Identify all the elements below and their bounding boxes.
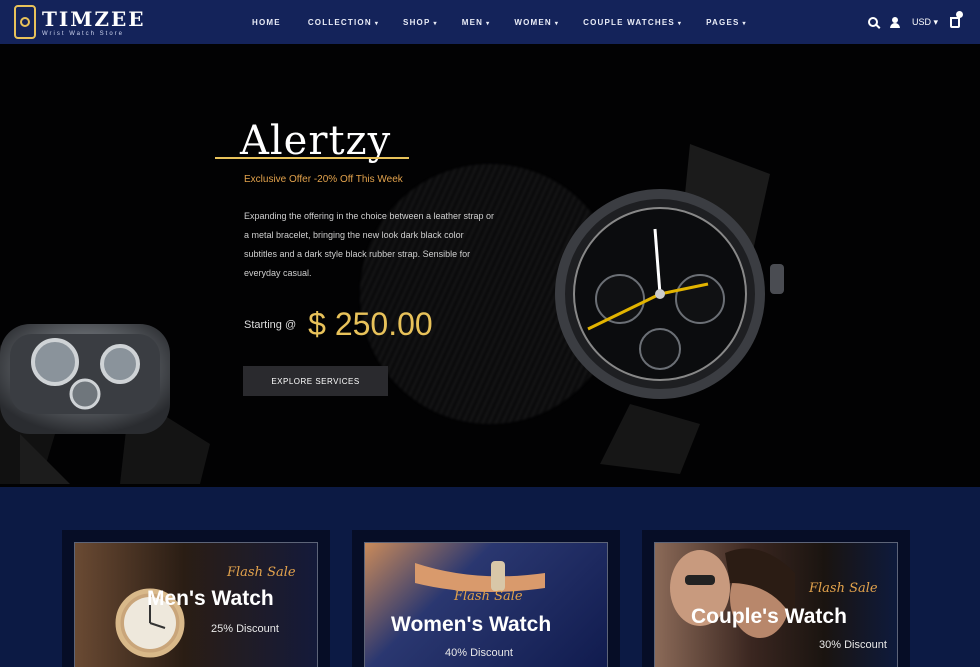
category-image-men: Flash Sale Men's Watch 25% Discount xyxy=(74,542,318,667)
nav-item-home[interactable]: HOME xyxy=(252,18,284,27)
category-tag: Flash Sale xyxy=(809,581,878,596)
cart-badge xyxy=(956,10,963,18)
category-card-women[interactable]: Flash Sale Women's Watch 40% Discount xyxy=(352,530,620,667)
title-underline xyxy=(215,157,409,159)
category-discount: 25% Discount xyxy=(211,623,279,635)
nav-item-shop[interactable]: SHOP ▾ xyxy=(403,18,438,27)
chevron-down-icon: ▾ xyxy=(677,20,683,27)
brand-logo[interactable]: TIMZEE Wrist Watch Store xyxy=(14,5,145,39)
nav-item-pages[interactable]: PAGES ▾ xyxy=(706,18,747,27)
hero-left-watch-image xyxy=(0,324,210,484)
chevron-down-icon: ▾ xyxy=(742,20,747,27)
category-image-couple: Flash Sale Couple's Watch 30% Discount xyxy=(654,542,898,667)
category-tag: Flash Sale xyxy=(454,589,523,604)
page: TIMZEE Wrist Watch Store HOME COLLECTION… xyxy=(0,0,980,667)
nav-item-collection[interactable]: COLLECTION ▾ xyxy=(308,18,379,27)
hero-main-watch-image xyxy=(555,144,784,474)
hero-description: Expanding the offering in the choice bet… xyxy=(244,211,495,278)
category-tag: Flash Sale xyxy=(227,565,296,580)
chevron-down-icon: ▾ xyxy=(374,20,380,27)
nav-actions: USD ▾ xyxy=(867,0,963,44)
category-card-couple[interactable]: Flash Sale Couple's Watch 30% Discount xyxy=(642,530,910,667)
main-menu: HOME COLLECTION ▾ SHOP ▾ MEN ▾ WOMEN ▾ COUPL… xyxy=(252,0,771,44)
chevron-down-icon: ▾ xyxy=(486,20,491,27)
nav-item-couple-watches[interactable]: COUPLE WATCHES ▾ xyxy=(583,18,682,27)
cart-icon[interactable] xyxy=(950,10,963,28)
category-section: Flash Sale Men's Watch 25% Discount Flas… xyxy=(0,487,980,667)
top-navbar: TIMZEE Wrist Watch Store HOME COLLECTION… xyxy=(0,0,980,44)
brand-tagline: Wrist Watch Store xyxy=(42,30,125,37)
category-discount: 30% Discount xyxy=(819,639,887,651)
hero-price: $ 250.00 xyxy=(308,306,433,342)
starting-label: Starting @ xyxy=(244,318,297,331)
category-title: Couple's Watch xyxy=(691,605,847,628)
category-title: Women's Watch xyxy=(391,613,552,636)
hero-subtitle: Exclusive Offer -20% Off This Week xyxy=(244,174,403,185)
chevron-down-icon: ▾ xyxy=(433,20,438,27)
brand-name: TIMZEE xyxy=(42,6,146,31)
chevron-down-icon: ▾ xyxy=(554,20,560,27)
watch-logo-icon xyxy=(14,5,36,39)
explore-services-button[interactable]: EXPLORE SERVICES xyxy=(243,366,388,396)
search-icon[interactable] xyxy=(867,17,878,27)
user-icon[interactable] xyxy=(889,17,900,28)
hero-banner: Alertzy Exclusive Offer -20% Off This We… xyxy=(0,44,980,487)
category-title: Men's Watch xyxy=(147,587,274,610)
category-image-women: Flash Sale Women's Watch 40% Discount xyxy=(364,542,608,667)
price-row: Starting @ $ 250.00 xyxy=(244,306,433,343)
nav-item-women[interactable]: WOMEN ▾ xyxy=(514,18,559,27)
currency-selector[interactable]: USD ▾ xyxy=(912,17,938,28)
category-card-men[interactable]: Flash Sale Men's Watch 25% Discount xyxy=(62,530,330,667)
nav-item-men[interactable]: MEN ▾ xyxy=(462,18,491,27)
category-discount: 40% Discount xyxy=(445,647,513,659)
